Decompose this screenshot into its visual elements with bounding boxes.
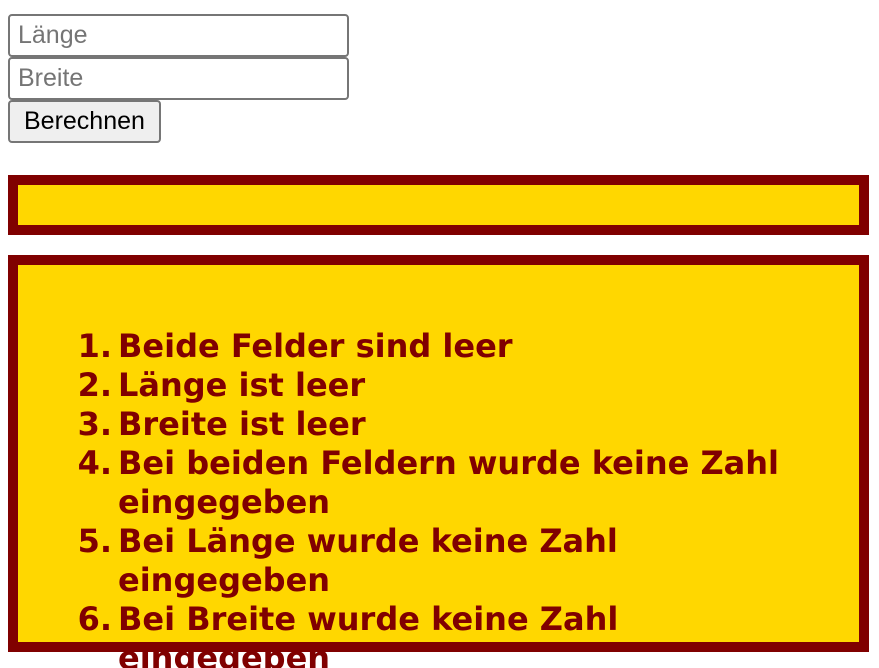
error-item-nan-both: Bei beiden Feldern wurde keine Zahl eing… xyxy=(72,444,779,521)
input-form: Berechnen xyxy=(8,14,349,143)
calculate-button[interactable]: Berechnen xyxy=(8,100,161,143)
result-panel xyxy=(8,175,869,235)
length-input[interactable] xyxy=(8,14,349,57)
error-list: Beide Felder sind leer Länge ist leer Br… xyxy=(72,327,841,668)
error-item-empty-width: Breite ist leer xyxy=(72,405,366,444)
error-panel: Beide Felder sind leer Länge ist leer Br… xyxy=(8,255,869,668)
error-item-nan-length: Bei Länge wurde keine Zahl eingegeben xyxy=(72,522,618,599)
error-item-nan-width: Bei Breite wurde keine Zahl eingegeben xyxy=(72,600,619,668)
error-item-empty-both: Beide Felder sind leer xyxy=(72,327,513,366)
width-input[interactable] xyxy=(8,57,349,100)
error-item-empty-length: Länge ist leer xyxy=(72,366,366,405)
